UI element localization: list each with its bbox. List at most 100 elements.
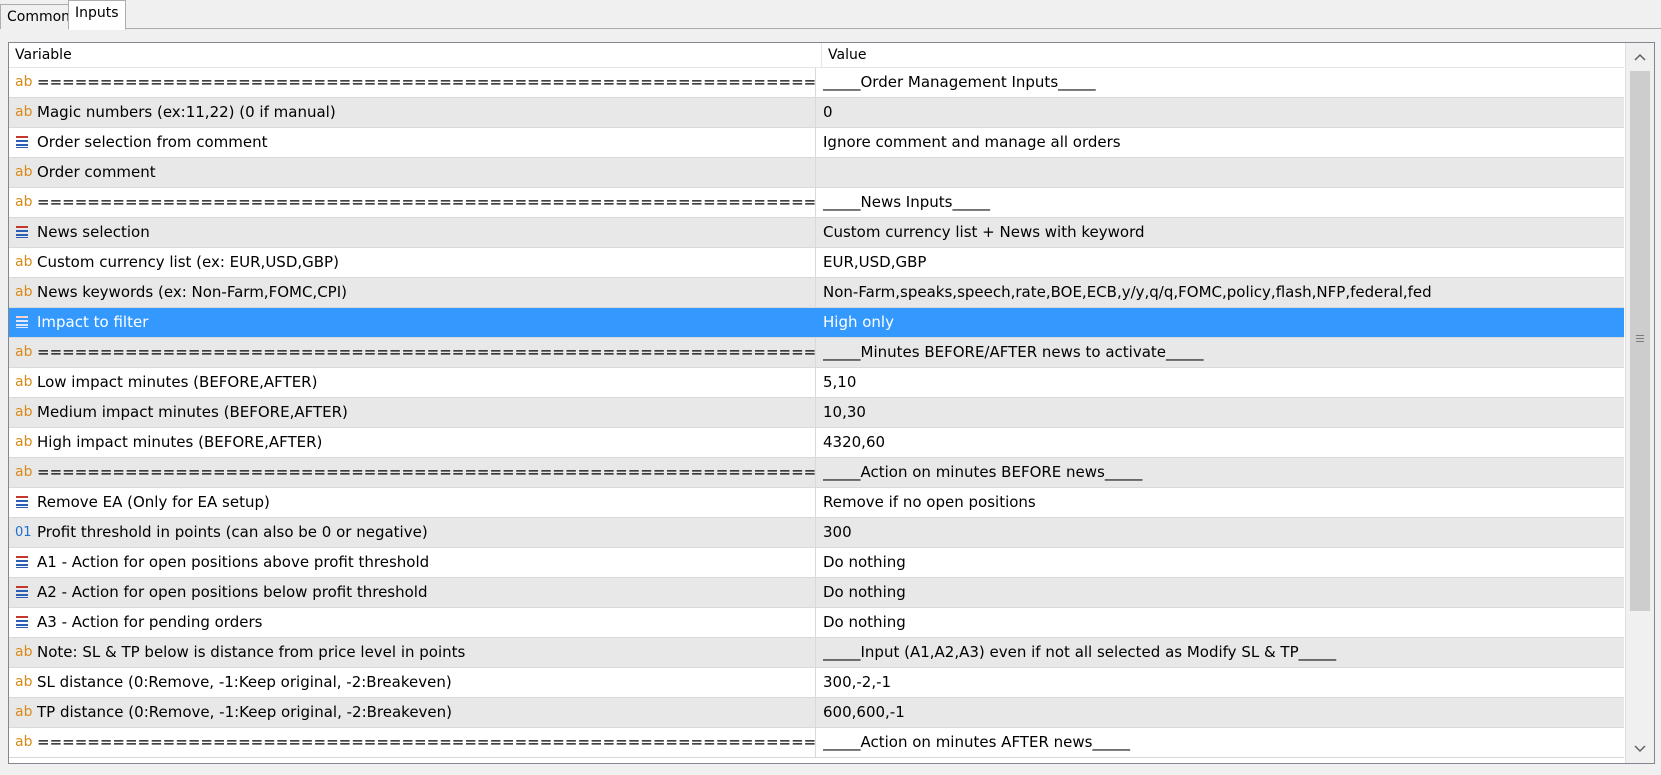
variable-cell[interactable]: 01 Profit threshold in points (can also b… — [9, 518, 816, 547]
input-row[interactable]: ab ======================================… — [9, 188, 1624, 218]
variable-cell[interactable]: ab TP distance (0:Remove, -1:Keep origina… — [9, 698, 816, 727]
value-cell[interactable]: Do nothing — [823, 578, 1619, 607]
value-cell[interactable]: Remove if no open positions — [823, 488, 1619, 517]
input-row[interactable]: ab Note: SL & TP below is distance from p… — [9, 638, 1624, 668]
value-cell[interactable]: High only — [823, 308, 1619, 337]
value-cell[interactable]: _____Input (A1,A2,A3) even if not all se… — [823, 638, 1619, 667]
string-icon: ab — [15, 284, 33, 300]
value-cell[interactable]: Custom currency list + News with keyword — [823, 218, 1619, 247]
variable-label: Note: SL & TP below is distance from pri… — [37, 643, 466, 661]
variable-label: ========================================… — [37, 193, 816, 211]
string-icon: ab — [15, 404, 33, 420]
variable-label: A3 - Action for pending orders — [37, 613, 263, 631]
string-icon: ab — [15, 644, 33, 660]
input-row[interactable]: A1 - Action for open positions above pro… — [9, 548, 1624, 578]
column-header-value[interactable]: Value — [822, 43, 1624, 67]
variable-cell[interactable]: ab Note: SL & TP below is distance from p… — [9, 638, 816, 667]
variable-label: Magic numbers (ex:11,22) (0 if manual) — [37, 103, 336, 121]
input-row[interactable]: ab High impact minutes (BEFORE,AFTER) 4320… — [9, 428, 1624, 458]
variable-cell[interactable]: ab ======================================… — [9, 458, 816, 487]
input-row[interactable]: A3 - Action for pending orders Do nothing — [9, 608, 1624, 638]
tab-inputs[interactable]: Inputs — [68, 0, 126, 30]
value-cell[interactable]: _____Action on minutes BEFORE news_____ — [823, 458, 1619, 487]
variable-cell[interactable]: ab Magic numbers (ex:11,22) (0 if manual) — [9, 98, 816, 127]
variable-cell[interactable]: A2 - Action for open positions below pro… — [9, 578, 816, 607]
value-cell[interactable]: Non-Farm,speaks,speech,rate,BOE,ECB,y/y,… — [823, 278, 1619, 307]
variable-label: Order selection from comment — [37, 133, 268, 151]
scroll-down-icon[interactable] — [1628, 737, 1652, 761]
variable-cell[interactable]: ab Medium impact minutes (BEFORE,AFTER) — [9, 398, 816, 427]
string-icon: ab — [15, 194, 33, 210]
variable-cell[interactable]: A1 - Action for open positions above pro… — [9, 548, 816, 577]
variable-cell[interactable]: A3 - Action for pending orders — [9, 608, 816, 637]
input-row[interactable]: ab ======================================… — [9, 338, 1624, 368]
input-row[interactable]: ab Custom currency list (ex: EUR,USD,GBP)… — [9, 248, 1624, 278]
input-row[interactable]: ab Medium impact minutes (BEFORE,AFTER) 10… — [9, 398, 1624, 428]
variable-label: Profit threshold in points (can also be … — [37, 523, 428, 541]
variable-cell[interactable]: ab ======================================… — [9, 728, 816, 757]
string-icon: ab — [15, 464, 33, 480]
value-cell[interactable]: _____Action on minutes AFTER news_____ — [823, 728, 1619, 757]
variable-cell[interactable]: Order selection from comment — [9, 128, 816, 157]
tab-bar: Common Inputs — [0, 0, 1661, 30]
string-icon: ab — [15, 254, 33, 270]
variable-cell[interactable]: ab Order comment — [9, 158, 816, 187]
input-row[interactable]: ab ======================================… — [9, 458, 1624, 488]
value-cell[interactable]: EUR,USD,GBP — [823, 248, 1619, 277]
input-row[interactable]: ab Magic numbers (ex:11,22) (0 if manual)… — [9, 98, 1624, 128]
value-cell[interactable]: 600,600,-1 — [823, 698, 1619, 727]
variable-cell[interactable]: ab ======================================… — [9, 338, 816, 367]
scroll-up-icon[interactable] — [1628, 45, 1652, 69]
input-row[interactable]: ab ======================================… — [9, 68, 1624, 98]
string-icon: ab — [15, 74, 33, 90]
input-row[interactable]: ab Order comment — [9, 158, 1624, 188]
variable-cell[interactable]: ab High impact minutes (BEFORE,AFTER) — [9, 428, 816, 457]
variable-cell[interactable]: ab Low impact minutes (BEFORE,AFTER) — [9, 368, 816, 397]
scrollbar-thumb[interactable] — [1630, 71, 1650, 611]
input-row[interactable]: News selection Custom currency list + New… — [9, 218, 1624, 248]
value-cell[interactable]: 0 — [823, 98, 1619, 127]
input-row[interactable]: ab SL distance (0:Remove, -1:Keep origina… — [9, 668, 1624, 698]
string-icon: ab — [15, 734, 33, 750]
variable-cell[interactable]: Impact to filter — [9, 308, 816, 337]
value-cell[interactable]: _____Order Management Inputs_____ — [823, 68, 1619, 97]
string-icon: ab — [15, 434, 33, 450]
column-header-variable[interactable]: Variable — [9, 43, 822, 67]
variable-cell[interactable]: ab ======================================… — [9, 188, 816, 217]
variable-cell[interactable]: News selection — [9, 218, 816, 247]
value-cell[interactable]: 10,30 — [823, 398, 1619, 427]
variable-cell[interactable]: ab News keywords (ex: Non-Farm,FOMC,CPI) — [9, 278, 816, 307]
grip-icon — [1636, 335, 1644, 344]
string-icon: ab — [15, 374, 33, 390]
value-cell[interactable] — [823, 158, 1619, 187]
value-cell[interactable]: 4320,60 — [823, 428, 1619, 457]
value-cell[interactable]: 300,-2,-1 — [823, 668, 1619, 697]
value-cell[interactable]: 5,10 — [823, 368, 1619, 397]
input-row[interactable]: ab Low impact minutes (BEFORE,AFTER) 5,10 — [9, 368, 1624, 398]
input-row[interactable]: Impact to filter High only — [9, 308, 1624, 338]
inputs-grid: Variable Value ab =======================… — [8, 42, 1655, 764]
input-row[interactable]: Remove EA (Only for EA setup) Remove if n… — [9, 488, 1624, 518]
input-row[interactable]: Order selection from comment Ignore comme… — [9, 128, 1624, 158]
variable-label: ========================================… — [37, 733, 816, 751]
tab-common[interactable]: Common — [0, 4, 78, 29]
value-cell[interactable]: Do nothing — [823, 608, 1619, 637]
value-cell[interactable]: 300 — [823, 518, 1619, 547]
vertical-scrollbar[interactable] — [1625, 43, 1654, 763]
variable-cell[interactable]: ab Custom currency list (ex: EUR,USD,GBP) — [9, 248, 816, 277]
input-row[interactable]: 01 Profit threshold in points (can also b… — [9, 518, 1624, 548]
variable-cell[interactable]: Remove EA (Only for EA setup) — [9, 488, 816, 517]
value-cell[interactable]: Do nothing — [823, 548, 1619, 577]
input-row[interactable]: ab ======================================… — [9, 728, 1624, 758]
string-icon: ab — [15, 104, 33, 120]
input-row[interactable]: ab TP distance (0:Remove, -1:Keep origina… — [9, 698, 1624, 728]
value-cell[interactable]: _____News Inputs_____ — [823, 188, 1619, 217]
variable-cell[interactable]: ab ======================================… — [9, 68, 816, 97]
value-cell[interactable]: _____Minutes BEFORE/AFTER news to activa… — [823, 338, 1619, 367]
input-row[interactable]: A2 - Action for open positions below pro… — [9, 578, 1624, 608]
input-row[interactable]: ab News keywords (ex: Non-Farm,FOMC,CPI) N… — [9, 278, 1624, 308]
value-cell[interactable]: Ignore comment and manage all orders — [823, 128, 1619, 157]
variable-cell[interactable]: ab SL distance (0:Remove, -1:Keep origina… — [9, 668, 816, 697]
string-icon: ab — [15, 164, 33, 180]
variable-label: Medium impact minutes (BEFORE,AFTER) — [37, 403, 348, 421]
